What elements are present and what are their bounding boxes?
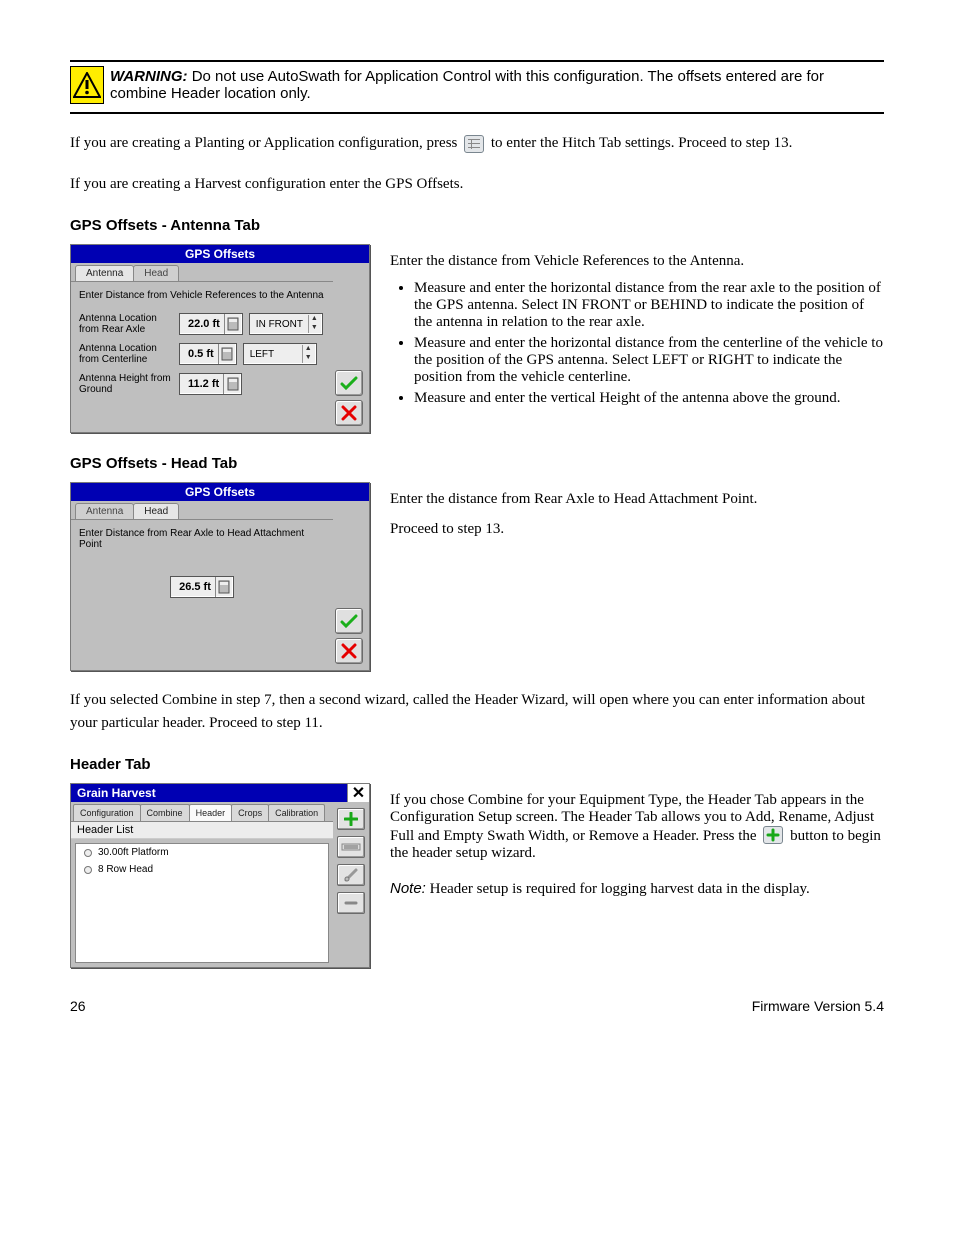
warning-icon bbox=[70, 66, 104, 104]
head-proceed: Proceed to step 13. bbox=[390, 518, 884, 541]
add-inline-icon bbox=[763, 826, 783, 844]
paragraph-gps-intro: If you are creating a Harvest configurat… bbox=[70, 173, 884, 196]
ok-button[interactable] bbox=[335, 370, 363, 396]
row-centerline: Antenna Location from Centerline 0.5 ft … bbox=[79, 343, 325, 365]
antenna-bullets: Measure and enter the horizontal distanc… bbox=[414, 280, 884, 407]
close-icon[interactable]: ✕ bbox=[347, 784, 369, 802]
header-note: Note: Header setup is required for loggi… bbox=[390, 880, 884, 898]
adjust-button[interactable] bbox=[337, 864, 365, 886]
warning-text: WARNING: Do not use AutoSwath for Applic… bbox=[110, 68, 884, 102]
dialog-title: GPS Offsets bbox=[71, 245, 369, 263]
calc-icon[interactable] bbox=[223, 374, 241, 394]
bullet-3: Measure and enter the vertical Height of… bbox=[414, 390, 884, 407]
radio-icon[interactable] bbox=[84, 849, 92, 857]
select-left[interactable]: LEFT ▲▼ bbox=[243, 343, 317, 365]
tab-head[interactable]: Head bbox=[133, 265, 179, 281]
ok-button[interactable] bbox=[335, 608, 363, 634]
value-rear-axle[interactable]: 22.0 ft bbox=[179, 313, 243, 335]
row-rear-axle: Antenna Location from Rear Axle 22.0 ft … bbox=[79, 313, 325, 335]
bullet-1: Measure and enter the horizontal distanc… bbox=[414, 280, 884, 331]
dialog-gps-antenna: GPS Offsets Antenna Head Enter Distance … bbox=[70, 244, 370, 433]
antenna-sub: Enter the distance from Vehicle Referenc… bbox=[390, 253, 884, 270]
tab-antenna[interactable]: Antenna bbox=[75, 503, 134, 519]
dialog-instruction: Enter Distance from Rear Axle to Head At… bbox=[79, 528, 325, 550]
cancel-button[interactable] bbox=[335, 400, 363, 426]
list-item[interactable]: 8 Row Head bbox=[76, 861, 328, 878]
footer-page: 26 bbox=[70, 998, 86, 1014]
tab-configuration[interactable]: Configuration bbox=[73, 804, 141, 821]
bullet-2: Measure and enter the horizontal distanc… bbox=[414, 335, 884, 386]
tab-head[interactable]: Head bbox=[133, 503, 179, 519]
head-sub: Enter the distance from Rear Axle to Hea… bbox=[390, 491, 884, 508]
rename-button[interactable] bbox=[337, 836, 365, 858]
tab-header[interactable]: Header bbox=[189, 804, 233, 821]
calc-icon[interactable] bbox=[218, 344, 236, 364]
paragraph-hitch: If you are creating a Planting or Applic… bbox=[70, 132, 884, 155]
dialog-gps-head: GPS Offsets Antenna Head Enter Distance … bbox=[70, 482, 370, 671]
remove-button[interactable] bbox=[337, 892, 365, 914]
header-list-title: Header List bbox=[71, 822, 333, 839]
select-in-front[interactable]: IN FRONT ▲▼ bbox=[249, 313, 323, 335]
footer-rev: Firmware Version 5.4 bbox=[752, 998, 884, 1014]
combine-note: If you selected Combine in step 7, then … bbox=[70, 689, 884, 734]
dialog-title: GPS Offsets bbox=[71, 483, 369, 501]
heading-gps-antenna: GPS Offsets - Antenna Tab bbox=[70, 217, 884, 234]
value-height[interactable]: 11.2 ft bbox=[179, 373, 242, 395]
warning-box: WARNING: Do not use AutoSwath for Applic… bbox=[70, 62, 884, 108]
heading-header-tab: Header Tab bbox=[70, 756, 884, 773]
add-button[interactable] bbox=[337, 808, 365, 830]
dialog-title: Grain Harvest ✕ bbox=[71, 784, 369, 802]
header-list: 30.00ft Platform 8 Row Head bbox=[75, 843, 329, 963]
value-head-distance[interactable]: 26.5 ft bbox=[170, 576, 234, 598]
tab-combine[interactable]: Combine bbox=[140, 804, 190, 821]
tab-crops[interactable]: Crops bbox=[231, 804, 269, 821]
dialog-grain-harvest: Grain Harvest ✕ Configuration Combine He… bbox=[70, 783, 370, 968]
cancel-button[interactable] bbox=[335, 638, 363, 664]
heading-gps-head: GPS Offsets - Head Tab bbox=[70, 455, 884, 472]
radio-icon[interactable] bbox=[84, 866, 92, 874]
list-item[interactable]: 30.00ft Platform bbox=[76, 844, 328, 861]
calc-icon[interactable] bbox=[215, 577, 233, 597]
row-height: Antenna Height from Ground 11.2 ft bbox=[79, 373, 325, 395]
tab-calibration[interactable]: Calibration bbox=[268, 804, 325, 821]
value-centerline[interactable]: 0.5 ft bbox=[179, 343, 237, 365]
calc-icon[interactable] bbox=[224, 314, 242, 334]
dialog-instruction: Enter Distance from Vehicle References t… bbox=[79, 290, 325, 301]
tab-antenna[interactable]: Antenna bbox=[75, 265, 134, 281]
calculator-inline-icon bbox=[464, 135, 484, 153]
header-intro: If you chose Combine for your Equipment … bbox=[390, 792, 884, 862]
